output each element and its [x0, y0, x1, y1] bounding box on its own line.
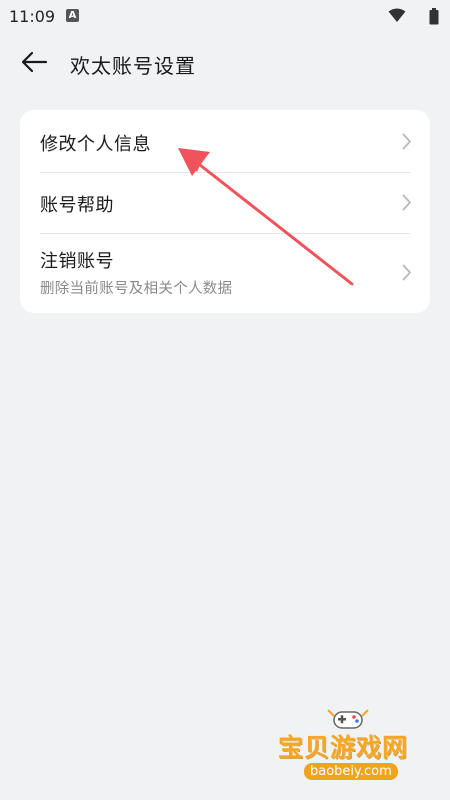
a-icon: A [66, 9, 79, 22]
edit-personal-info-item[interactable]: 修改个人信息 [20, 110, 430, 172]
status-time: 11:09 [9, 7, 56, 26]
item-label: 账号帮助 [40, 195, 114, 216]
item-description: 删除当前账号及相关个人数据 [40, 281, 233, 297]
chevron-right-icon [402, 133, 411, 150]
watermark-title: 宝贝游戏网 [278, 733, 409, 762]
chevron-right-icon [402, 194, 411, 211]
wifi-icon [388, 8, 406, 22]
item-label: 修改个人信息 [40, 134, 151, 155]
account-help-item[interactable]: 账号帮助 [20, 172, 430, 233]
page-title: 欢太账号设置 [70, 54, 196, 78]
delete-account-item[interactable]: 注销账号 删除当前账号及相关个人数据 [20, 233, 430, 313]
settings-card: 修改个人信息 账号帮助 注销账号 删除当前账号及相关个人数据 [20, 110, 430, 313]
item-label: 注销账号 [40, 251, 114, 272]
header: 欢太账号设置 [0, 40, 450, 86]
chevron-right-icon [402, 264, 411, 281]
watermark: 宝贝游戏网 baobeiy.com [270, 706, 440, 796]
watermark-domain: baobeiy.com [304, 763, 398, 780]
battery-icon [429, 8, 439, 25]
status-bar: 11:09 A [0, 0, 450, 32]
back-arrow-icon[interactable] [20, 50, 48, 74]
